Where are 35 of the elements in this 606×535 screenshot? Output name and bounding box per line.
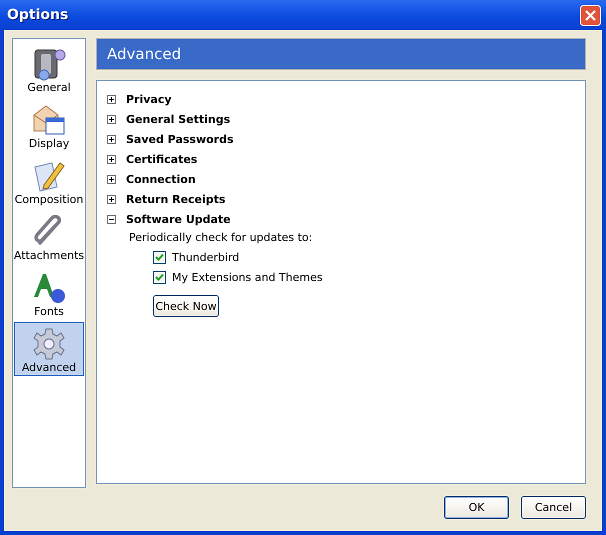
expander-icon[interactable] [107,154,116,164]
section-title[interactable]: General Settings [126,112,230,126]
checkbox[interactable] [153,250,166,264]
switch-icon [32,47,66,81]
window-title: Options [7,7,68,23]
sidebar-item[interactable]: Composition [14,154,84,208]
close-icon[interactable] [580,4,601,26]
section-title[interactable]: Return Receipts [126,192,226,206]
expander-icon[interactable] [107,114,116,124]
expander-icon[interactable] [107,94,116,104]
sidebar-item[interactable]: Display [14,98,84,152]
description-text: Periodically check for updates to: [129,230,312,246]
sidebar-item[interactable]: Fonts [14,266,84,320]
checkbox[interactable] [153,270,166,284]
sidebar-item[interactable]: Advanced [14,322,84,376]
envelope-window-icon [32,103,66,137]
section-title[interactable]: Saved Passwords [126,132,234,146]
dialog-button[interactable]: Cancel [521,496,586,519]
dialog-button[interactable]: OK [444,496,509,519]
fonts-icon [32,271,66,305]
section-title[interactable]: Privacy [126,92,172,106]
page-header: Advanced [96,38,586,70]
section-title[interactable]: Certificates [126,152,198,166]
expander-icon[interactable] [107,174,116,184]
checkbox-label[interactable]: Thunderbird [172,250,240,264]
section-title[interactable]: Connection [126,172,196,186]
gear-icon [32,327,66,361]
checkbox-label[interactable]: My Extensions and Themes [172,270,323,284]
expander-icon[interactable] [107,214,116,224]
expander-icon[interactable] [107,194,116,204]
sidebar-item[interactable]: General [14,42,84,96]
section-title[interactable]: Software Update [126,212,231,226]
check-now-button[interactable]: Check Now [153,295,219,317]
expander-icon[interactable] [107,134,116,144]
sidebar-item[interactable]: Attachments [14,210,84,264]
